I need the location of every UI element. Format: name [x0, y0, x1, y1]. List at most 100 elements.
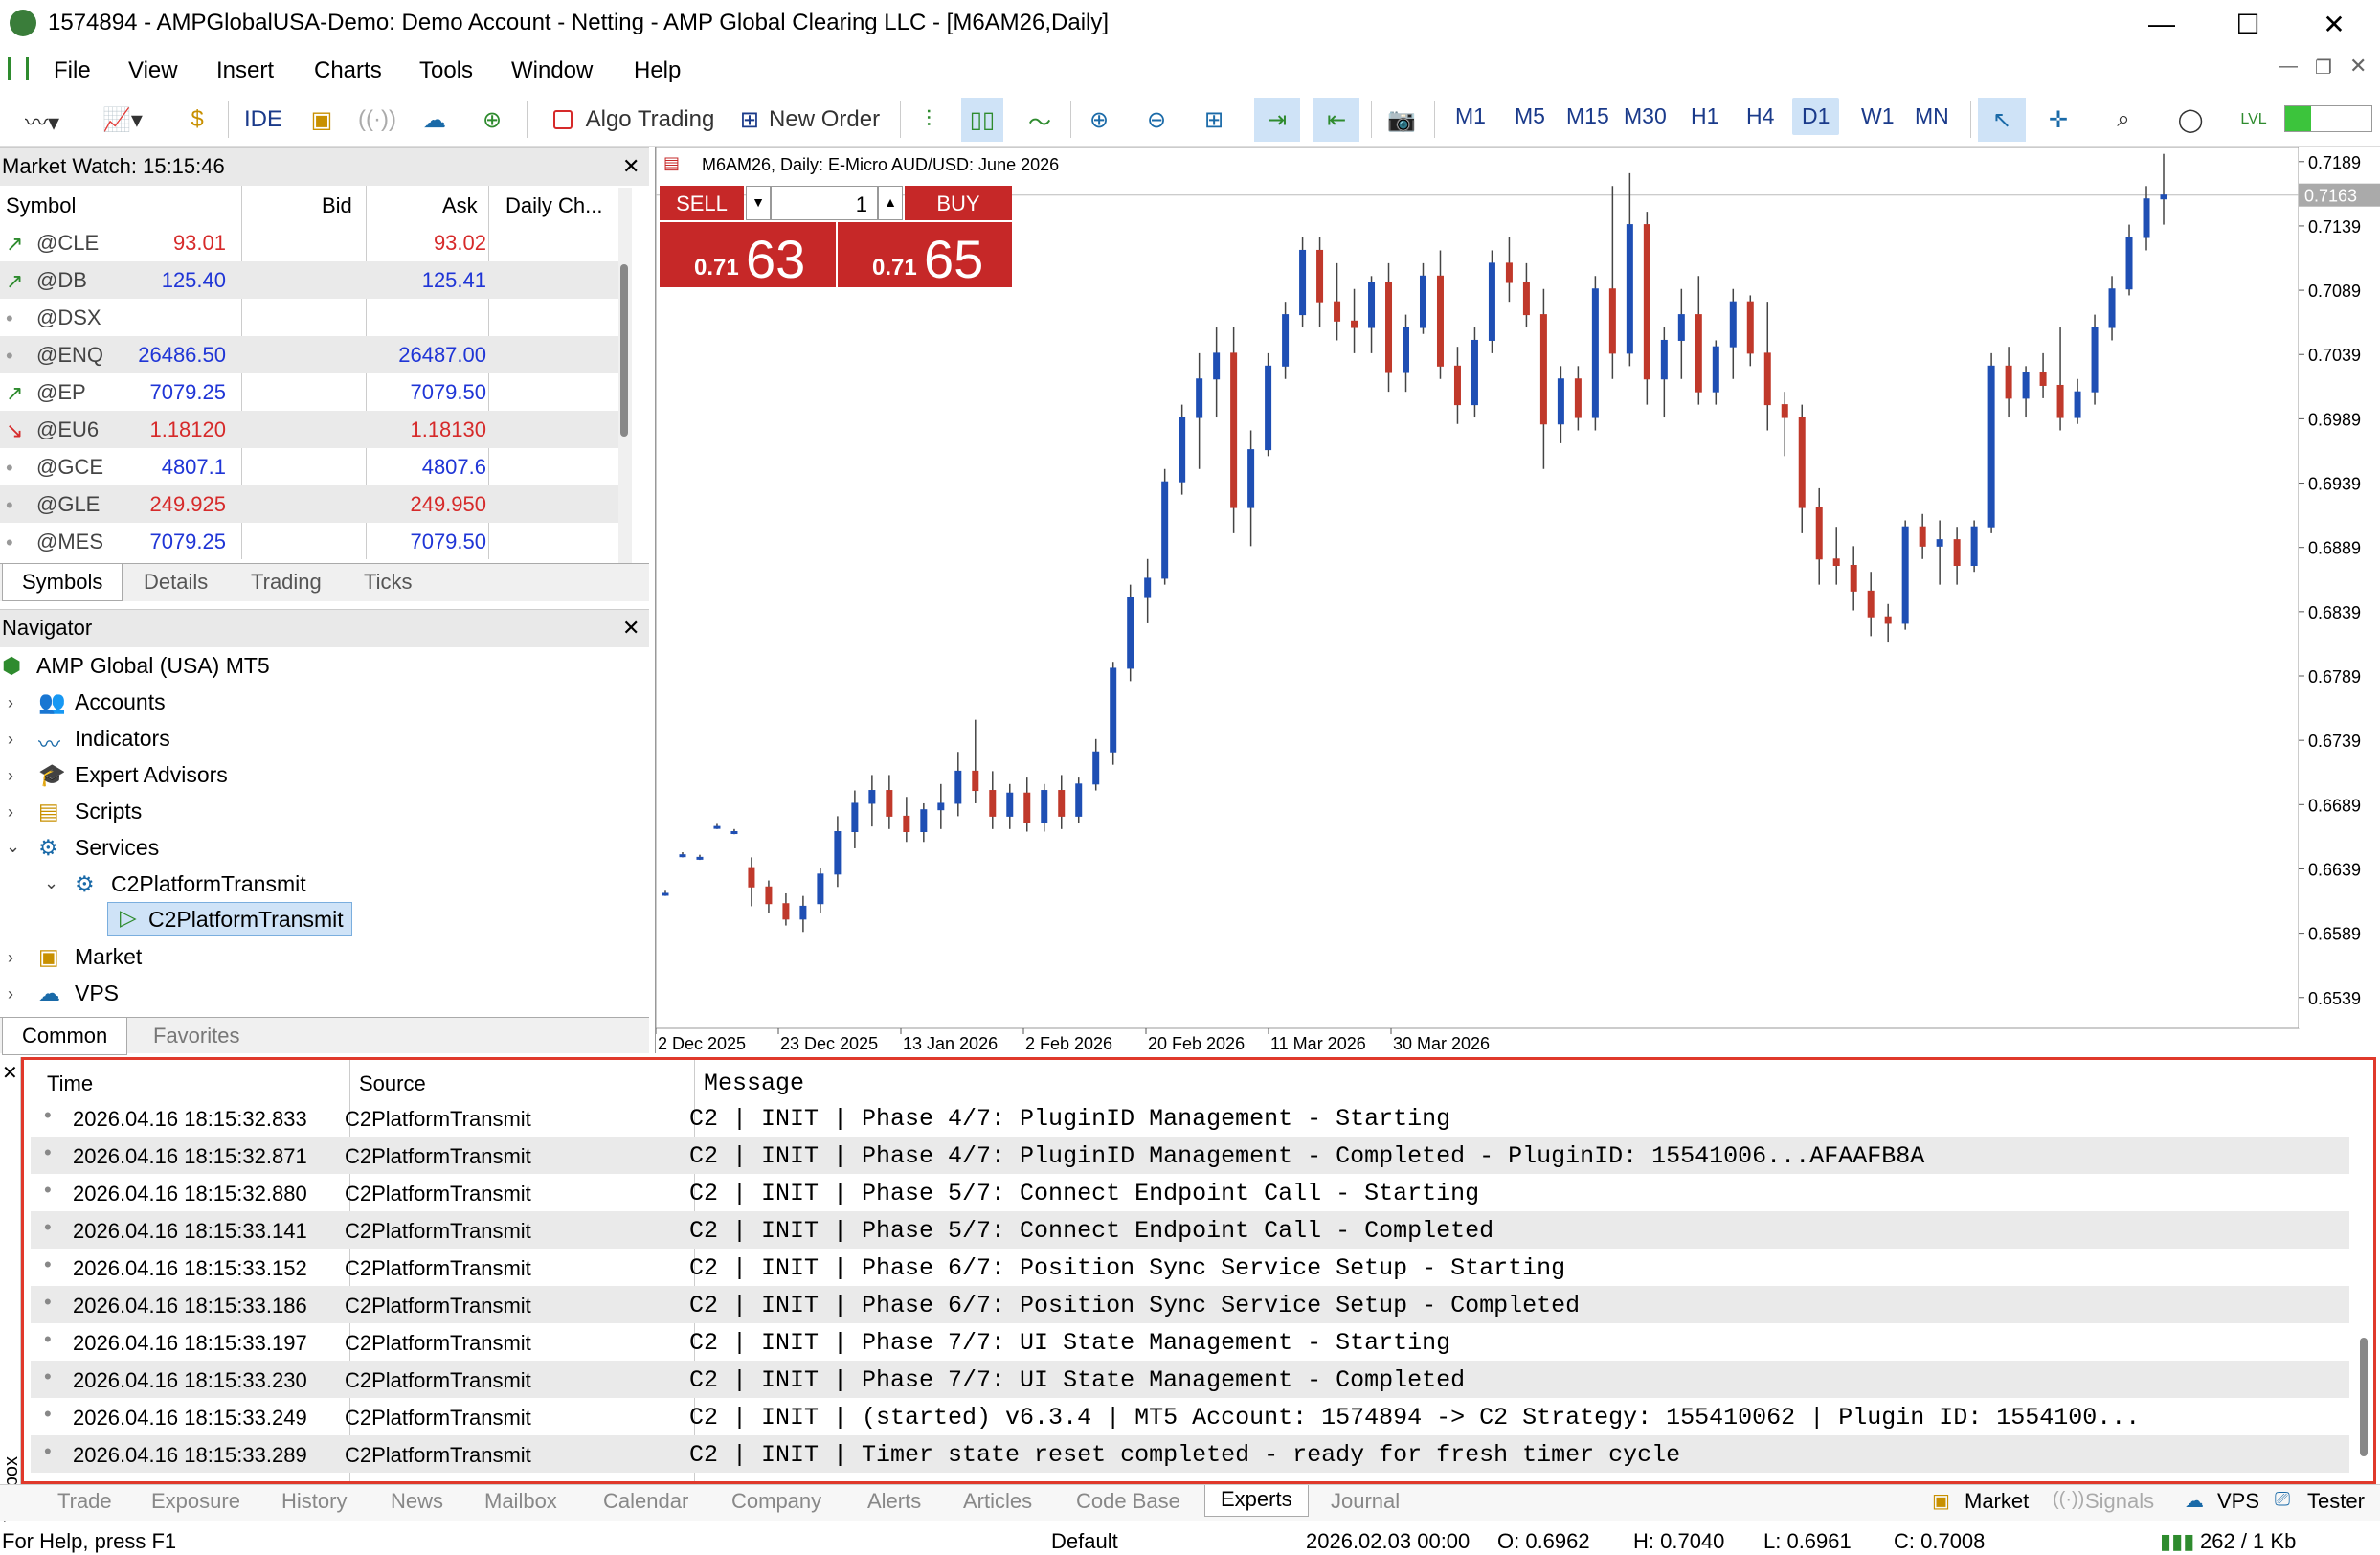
- market-watch-row[interactable]: ↗ @CLE 93.01 93.02: [0, 224, 618, 261]
- nav-indicators[interactable]: Indicators: [75, 726, 170, 752]
- expand-scripts-icon[interactable]: ›: [8, 802, 13, 823]
- menu-help[interactable]: Help: [634, 57, 681, 84]
- log-row[interactable]: • 2026.04.16 18:15:32.871 C2PlatformTran…: [31, 1137, 2349, 1174]
- tab-symbols[interactable]: Symbols: [2, 564, 123, 601]
- tab-trading[interactable]: Trading: [251, 570, 322, 595]
- expand-market-icon[interactable]: ›: [8, 948, 13, 968]
- log-row[interactable]: • 2026.04.16 18:15:33.186 C2PlatformTran…: [31, 1286, 2349, 1323]
- tf-d1[interactable]: D1: [1792, 98, 1840, 135]
- expand-accounts-icon[interactable]: ›: [8, 693, 13, 713]
- buy-price-button[interactable]: 0.71 65: [838, 222, 1012, 289]
- tab-exposure[interactable]: Exposure: [151, 1489, 240, 1514]
- menu-view[interactable]: View: [128, 57, 178, 84]
- tab-experts[interactable]: Experts: [1204, 1485, 1309, 1517]
- candlestick-icon[interactable]: ▯▯: [961, 98, 1003, 142]
- col-bid[interactable]: Bid: [322, 193, 352, 218]
- autoscroll-icon[interactable]: ⇥: [1254, 98, 1300, 142]
- screenshot-icon[interactable]: 📷: [1381, 98, 1423, 142]
- new-order-button[interactable]: ⊞ New Order: [731, 98, 888, 142]
- expand-indicators-icon[interactable]: ›: [8, 730, 13, 750]
- menu-file[interactable]: File: [54, 57, 91, 84]
- sell-price-button[interactable]: 0.71 63: [660, 222, 836, 289]
- tab-ticks[interactable]: Ticks: [364, 570, 413, 595]
- tab-mailbox[interactable]: Mailbox: [484, 1489, 557, 1514]
- tab-details[interactable]: Details: [144, 570, 208, 595]
- col-ask[interactable]: Ask: [442, 193, 478, 218]
- log-row[interactable]: • 2026.04.16 18:15:33.152 C2PlatformTran…: [31, 1249, 2349, 1286]
- tab-trade[interactable]: Trade: [57, 1489, 112, 1514]
- tf-m5[interactable]: M5: [1515, 103, 1545, 129]
- log-row[interactable]: • 2026.04.16 18:15:33.289 C2PlatformTran…: [31, 1435, 2349, 1473]
- nav-market[interactable]: Market: [75, 944, 142, 970]
- dollar-icon[interactable]: $: [178, 98, 216, 142]
- bar-chart-icon[interactable]: ⫶: [908, 98, 950, 142]
- tf-mn[interactable]: MN: [1915, 103, 1949, 129]
- mdi-close-icon[interactable]: ✕: [2349, 54, 2367, 79]
- log-row[interactable]: • 2026.04.16 18:15:32.833 C2PlatformTran…: [31, 1099, 2349, 1137]
- log-row[interactable]: • 2026.04.16 18:15:33.249 C2PlatformTran…: [31, 1398, 2349, 1435]
- ide-button[interactable]: IDE: [239, 98, 287, 142]
- tab-code-base[interactable]: Code Base: [1076, 1489, 1180, 1514]
- volume-input[interactable]: 1: [771, 186, 878, 220]
- expand-experts-icon[interactable]: ›: [8, 766, 13, 786]
- tab-calendar[interactable]: Calendar: [603, 1489, 688, 1514]
- nav-root[interactable]: AMP Global (USA) MT5: [36, 653, 270, 679]
- nav-expert-advisors[interactable]: Expert Advisors: [75, 762, 228, 788]
- volume-up-icon[interactable]: ▲: [878, 186, 903, 220]
- close-navigator-icon[interactable]: ✕: [622, 616, 640, 641]
- nav-accounts[interactable]: Accounts: [75, 689, 166, 715]
- algo-trading-button[interactable]: Algo Trading: [538, 98, 730, 142]
- market-watch-row[interactable]: • @GCE 4807.1 4807.6: [0, 448, 618, 485]
- nav-service-selected[interactable]: ▷ C2PlatformTransmit: [107, 902, 352, 936]
- menu-tools[interactable]: Tools: [419, 57, 473, 84]
- nav-scripts[interactable]: Scripts: [75, 799, 142, 824]
- tab-journal[interactable]: Journal: [1331, 1489, 1400, 1514]
- right-tab-market[interactable]: Market: [1965, 1489, 2029, 1514]
- close-toolbox-icon[interactable]: ✕: [2, 1061, 18, 1085]
- zoom-in-icon[interactable]: ⊕: [1078, 98, 1120, 142]
- tab-company[interactable]: Company: [731, 1489, 821, 1514]
- minimize-button[interactable]: —: [2125, 0, 2198, 48]
- collapse-service-folder-icon[interactable]: ⌄: [44, 873, 58, 893]
- log-row[interactable]: • 2026.04.16 18:15:33.141 C2PlatformTran…: [31, 1211, 2349, 1249]
- cloud-icon[interactable]: ☁: [414, 98, 456, 142]
- col-symbol[interactable]: Symbol: [6, 193, 76, 218]
- account-icon[interactable]: ◯: [2169, 98, 2212, 142]
- tab-favorites[interactable]: Favorites: [153, 1024, 239, 1048]
- market-watch-row[interactable]: • @MES 7079.25 7079.50: [0, 523, 618, 560]
- nav-service-folder[interactable]: C2PlatformTransmit: [111, 871, 306, 897]
- mdi-restore-icon[interactable]: ❐: [2315, 56, 2332, 79]
- nav-vps[interactable]: VPS: [75, 980, 119, 1006]
- indicators-icon[interactable]: 📈▾: [94, 98, 151, 142]
- market-watch-row[interactable]: • @GLE 249.925 249.950: [0, 485, 618, 523]
- menu-insert[interactable]: Insert: [216, 57, 274, 84]
- volume-down-icon[interactable]: ▼: [746, 186, 771, 220]
- chart-menu-icon[interactable]: ▤: [663, 153, 680, 173]
- col-daily-change[interactable]: Daily Ch...: [505, 193, 602, 218]
- tf-m1[interactable]: M1: [1455, 103, 1486, 129]
- grid-icon[interactable]: ⊞: [1193, 98, 1235, 142]
- tab-alerts[interactable]: Alerts: [867, 1489, 921, 1514]
- tf-h4[interactable]: H4: [1746, 103, 1774, 129]
- buy-button-label[interactable]: BUY: [905, 186, 1012, 220]
- sell-button-label[interactable]: SELL: [660, 186, 744, 220]
- collapse-services-icon[interactable]: ⌄: [6, 837, 20, 857]
- log-row[interactable]: • 2026.04.16 18:15:33.230 C2PlatformTran…: [31, 1361, 2349, 1398]
- menu-charts[interactable]: Charts: [314, 57, 382, 84]
- zoom-out-icon[interactable]: ⊖: [1135, 98, 1178, 142]
- market-watch-row[interactable]: • @DSX: [0, 299, 618, 336]
- chart-type-icon[interactable]: 〰▾: [13, 98, 71, 142]
- market-watch-row[interactable]: ↗ @DB 125.40 125.41: [0, 261, 618, 299]
- right-tab-vps[interactable]: VPS: [2217, 1489, 2259, 1514]
- market-watch-scrollbar[interactable]: [618, 188, 632, 563]
- nav-services[interactable]: Services: [75, 835, 159, 861]
- close-market-watch-icon[interactable]: ✕: [622, 154, 640, 179]
- crosshair-icon[interactable]: ✛: [2037, 98, 2079, 142]
- globe-icon[interactable]: ⊕: [471, 98, 513, 142]
- col-message[interactable]: Message: [704, 1070, 804, 1097]
- log-scrollbar[interactable]: [2360, 1338, 2368, 1456]
- lvl-icon[interactable]: LVL: [2233, 98, 2275, 142]
- tab-common[interactable]: Common: [2, 1018, 128, 1055]
- menu-window[interactable]: Window: [511, 57, 593, 84]
- line-chart-icon[interactable]: 〜: [1019, 98, 1061, 142]
